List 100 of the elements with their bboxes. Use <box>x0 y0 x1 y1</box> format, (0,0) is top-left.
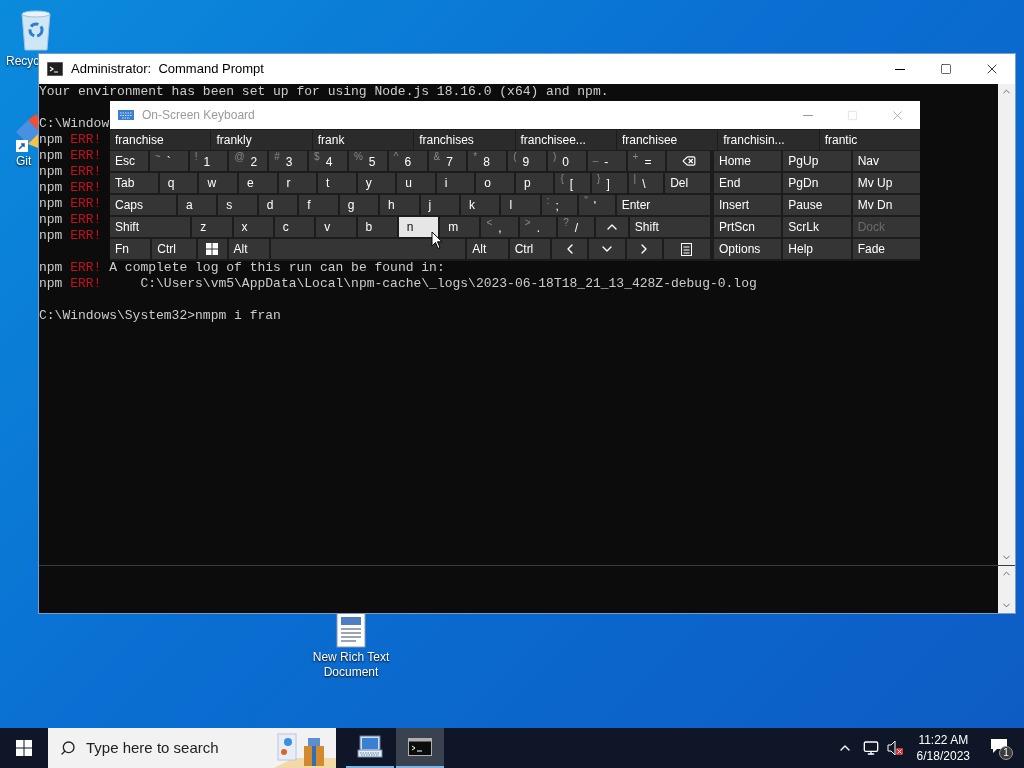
key[interactable]: $ 4 <box>309 151 347 171</box>
key[interactable]: Alt <box>467 239 508 259</box>
key[interactable] <box>551 239 588 259</box>
desktop-icon-label[interactable]: Recyc <box>6 54 40 69</box>
key[interactable]: Ctrl <box>152 239 197 259</box>
word-suggestion[interactable]: franchisin... <box>718 130 819 150</box>
scrollbar[interactable] <box>998 566 1015 613</box>
word-suggestion[interactable]: franchises <box>414 130 515 150</box>
key[interactable]: s <box>218 195 257 215</box>
key[interactable] <box>664 239 710 259</box>
key[interactable]: Fade <box>852 239 920 259</box>
key[interactable]: # 3 <box>269 151 308 171</box>
key[interactable]: o <box>476 173 514 193</box>
key[interactable]: Tab <box>110 173 158 193</box>
key[interactable]: m <box>440 217 480 237</box>
key[interactable]: x <box>233 217 273 237</box>
network-icon[interactable] <box>862 740 879 756</box>
key[interactable]: + = <box>627 151 666 171</box>
word-suggestion[interactable]: frantic <box>819 130 920 150</box>
key[interactable]: g <box>339 195 379 215</box>
key[interactable]: w <box>199 173 237 193</box>
key[interactable]: PgDn <box>783 173 851 193</box>
clock-date[interactable]: 6/18/2023 <box>916 748 970 764</box>
key[interactable]: f <box>299 195 338 215</box>
clock-time[interactable]: 11:22 AM <box>918 732 969 748</box>
key[interactable] <box>198 239 227 259</box>
taskbar-app[interactable] <box>396 728 444 768</box>
key[interactable]: p <box>515 173 554 193</box>
key[interactable]: @ 2 <box>229 151 268 171</box>
key[interactable]: : ; <box>541 195 578 215</box>
key[interactable]: Shift <box>110 217 191 237</box>
search-field[interactable]: Type here to search <box>48 728 336 768</box>
key[interactable]: z <box>192 217 232 237</box>
key[interactable]: Options <box>714 239 782 259</box>
key[interactable]: v <box>316 217 356 237</box>
key[interactable]: ! 1 <box>189 151 228 171</box>
key[interactable]: Shift <box>629 217 710 237</box>
word-suggestion[interactable]: franchise <box>110 130 211 150</box>
key[interactable]: k <box>460 195 500 215</box>
muted-speaker-icon[interactable] <box>886 740 905 756</box>
word-suggestion[interactable]: franchisee... <box>515 130 616 150</box>
key[interactable]: ) 0 <box>547 151 586 171</box>
key[interactable]: ~ ` <box>149 151 188 171</box>
key[interactable]: | \ <box>628 173 664 193</box>
key[interactable] <box>626 239 662 259</box>
key[interactable]: Insert <box>714 195 782 215</box>
key[interactable]: q <box>159 173 198 193</box>
key[interactable]: Mv Up <box>852 173 920 193</box>
key[interactable]: & 7 <box>428 151 467 171</box>
key[interactable]: ? / <box>558 217 595 237</box>
key[interactable]: * 8 <box>468 151 507 171</box>
error-tag: ERR! <box>70 196 102 212</box>
scrollbar[interactable] <box>998 84 1015 565</box>
key[interactable]: i <box>436 173 475 193</box>
key[interactable]: b <box>357 217 397 237</box>
key[interactable]: a <box>177 195 217 215</box>
key[interactable]: Help <box>783 239 851 259</box>
key[interactable]: Del <box>665 173 711 193</box>
key[interactable]: Enter <box>616 195 710 215</box>
key[interactable]: } ] <box>592 173 627 193</box>
key[interactable]: ( 9 <box>508 151 546 171</box>
key[interactable]: j <box>420 195 459 215</box>
key[interactable]: ^ 6 <box>388 151 427 171</box>
key[interactable]: < , <box>481 217 518 237</box>
key[interactable]: t <box>318 173 356 193</box>
key[interactable]: ScrLk <box>783 217 851 237</box>
key[interactable]: y <box>357 173 396 193</box>
key[interactable]: Pause <box>783 195 851 215</box>
key[interactable]: PrtScn <box>714 217 782 237</box>
console-text: A complete log of this run can be found in: <box>108 260 445 276</box>
key[interactable]: % 5 <box>348 151 387 171</box>
key[interactable]: { [ <box>555 173 591 193</box>
key[interactable]: c <box>274 217 315 237</box>
key[interactable]: Ctrl <box>509 239 550 259</box>
key[interactable]: n <box>398 217 439 237</box>
key[interactable]: Alt <box>228 239 269 259</box>
key[interactable]: d <box>258 195 298 215</box>
desktop-icon-label[interactable]: New Rich Text Document <box>306 650 396 680</box>
key[interactable]: Home <box>714 151 782 171</box>
key[interactable]: _ - <box>587 151 626 171</box>
key[interactable]: u <box>397 173 435 193</box>
word-suggestion[interactable]: frankly <box>211 130 312 150</box>
key[interactable]: Esc <box>110 151 148 171</box>
key[interactable]: e <box>239 173 277 193</box>
key[interactable]: End <box>714 173 782 193</box>
key[interactable]: Fn <box>110 239 151 259</box>
key[interactable]: PgUp <box>783 151 851 171</box>
key[interactable]: > . <box>519 217 557 237</box>
key[interactable]: l <box>501 195 540 215</box>
key[interactable]: Nav <box>852 151 920 171</box>
key[interactable] <box>667 151 711 171</box>
key[interactable]: h <box>380 195 419 215</box>
key[interactable]: " ' <box>579 195 615 215</box>
key[interactable]: r <box>278 173 317 193</box>
key[interactable]: Caps <box>110 195 176 215</box>
word-suggestion[interactable]: franchisee <box>616 130 718 150</box>
word-suggestion[interactable]: frank <box>312 130 414 150</box>
key[interactable]: Mv Dn <box>852 195 920 215</box>
desktop-icon-label[interactable]: Git <box>16 154 32 169</box>
notification-icon[interactable] <box>990 738 1008 754</box>
